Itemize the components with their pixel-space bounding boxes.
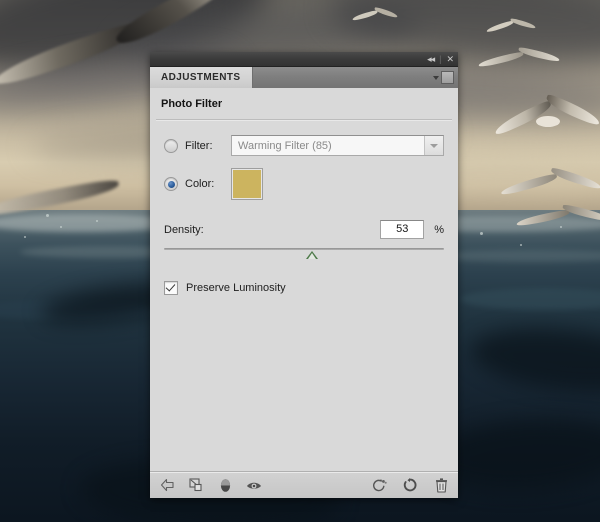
close-icon[interactable]: ✕ xyxy=(446,54,453,64)
density-slider-track[interactable] xyxy=(164,248,444,250)
water-speck xyxy=(520,244,522,246)
water-speck xyxy=(96,220,98,222)
water-speck xyxy=(46,214,49,217)
preserve-luminosity-checkbox[interactable] xyxy=(164,281,178,295)
panel-menu-button[interactable] xyxy=(433,67,458,88)
tab-strip-filler xyxy=(253,67,433,88)
eye-visibility-icon[interactable] xyxy=(246,477,262,493)
color-label: Color: xyxy=(185,178,215,190)
water-speck xyxy=(480,232,483,235)
tab-adjustments-label: ADJUSTMENTS xyxy=(161,72,241,83)
adjustment-heading: Photo Filter xyxy=(161,98,223,110)
filter-radio[interactable] xyxy=(164,138,178,153)
water-speck xyxy=(560,226,562,228)
footer-left-icons xyxy=(159,477,262,493)
color-swatch[interactable] xyxy=(231,168,263,200)
density-unit-label: % xyxy=(434,223,444,236)
adjustments-panel: ◂◂ | ✕ ADJUSTMENTS Photo Filter Filter: … xyxy=(150,52,458,498)
preserve-luminosity-row[interactable]: Preserve Luminosity xyxy=(164,281,444,295)
panel-tab-strip: ADJUSTMENTS xyxy=(150,67,458,88)
chevron-down-icon xyxy=(433,75,439,80)
seagull xyxy=(515,196,600,236)
seagull xyxy=(0,170,160,230)
delete-icon[interactable] xyxy=(433,477,449,493)
panel-body: Photo Filter Filter: Warming Filter (85)… xyxy=(150,88,458,471)
filter-select-value: Warming Filter (85) xyxy=(232,136,424,155)
preserve-luminosity-label: Preserve Luminosity xyxy=(186,282,286,294)
filter-select[interactable]: Warming Filter (85) xyxy=(231,135,444,156)
seagull xyxy=(351,6,399,24)
density-slider-thumb[interactable] xyxy=(306,251,319,259)
clip-to-layer-icon[interactable] xyxy=(188,477,204,493)
seagull xyxy=(492,86,600,150)
water-speck xyxy=(60,226,62,228)
filter-row: Filter: Warming Filter (85) xyxy=(164,135,444,156)
preview-previous-state-icon[interactable] xyxy=(371,477,387,493)
screen: ◂◂ | ✕ ADJUSTMENTS Photo Filter Filter: … xyxy=(0,0,600,522)
panel-titlebar[interactable]: ◂◂ | ✕ xyxy=(150,52,458,67)
footer-right-icons xyxy=(371,477,449,493)
seagull xyxy=(477,44,561,72)
titlebar-separator: | xyxy=(439,54,442,64)
filter-label: Filter: xyxy=(185,139,213,152)
color-row: Color: xyxy=(164,168,444,200)
density-input[interactable]: 53 xyxy=(380,220,425,239)
tab-adjustments[interactable]: ADJUSTMENTS xyxy=(150,67,254,88)
density-label: Density: xyxy=(164,223,204,236)
collapse-to-icons-icon[interactable]: ◂◂ xyxy=(427,54,435,64)
panel-footer-toolbar xyxy=(150,471,458,498)
adjustment-controls: Filter: Warming Filter (85) Color: Densi… xyxy=(150,121,458,295)
water-speck xyxy=(24,236,26,238)
seagull xyxy=(485,16,537,36)
reset-icon[interactable] xyxy=(402,477,418,493)
chevron-down-icon[interactable] xyxy=(424,136,443,155)
density-row: Density: 53 % xyxy=(164,220,444,239)
density-slider[interactable] xyxy=(164,245,444,261)
toggle-mask-icon[interactable] xyxy=(217,477,233,493)
return-to-adjustment-list-icon[interactable] xyxy=(159,477,175,493)
color-radio[interactable] xyxy=(164,177,178,191)
panel-menu-icon xyxy=(441,71,454,84)
